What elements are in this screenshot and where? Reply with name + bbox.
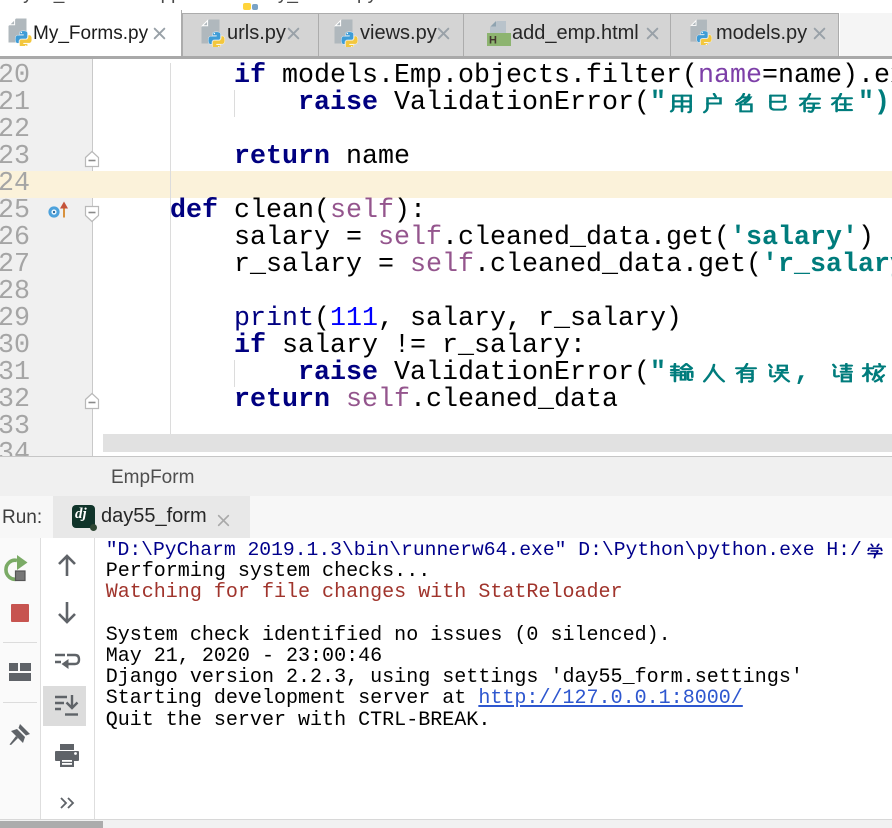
svg-text:H: H xyxy=(489,35,497,47)
